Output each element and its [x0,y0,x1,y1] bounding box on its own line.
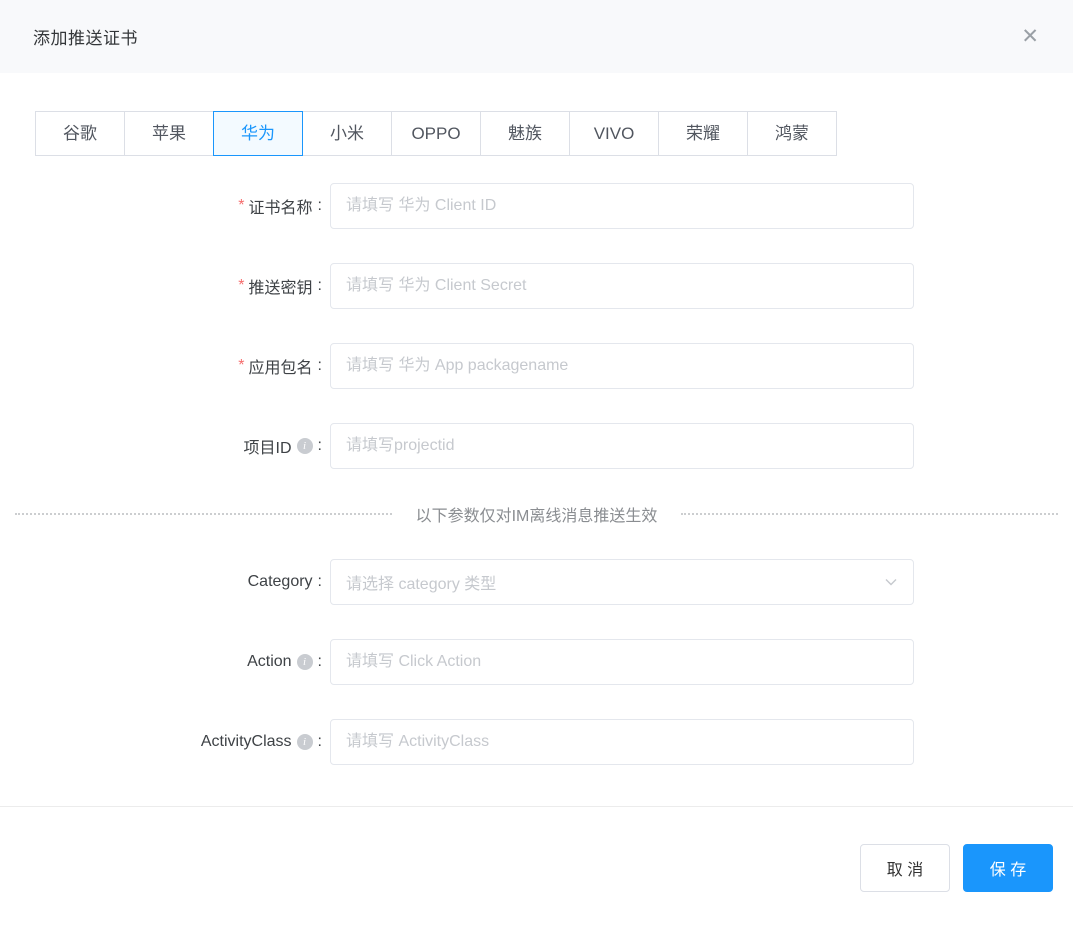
label-colon: : [318,733,322,751]
category-select[interactable]: 请选择 category 类型 [330,559,914,605]
save-button[interactable]: 保 存 [963,844,1053,892]
action-label: Action i : [35,653,322,671]
add-push-certificate-dialog: 添加推送证书 ✕ 谷歌 苹果 华为 小米 OPPO 魅族 VIVO 荣耀 鸿蒙 … [0,0,1073,938]
form-row-push-secret: * 推送密钥 : [0,263,1073,309]
form-row-project-id: 项目ID i : [0,423,1073,469]
label-colon: : [318,197,322,215]
push-secret-label: * 推送密钥 : [35,274,322,298]
activity-class-input[interactable] [330,719,914,765]
category-label: Category : [35,573,322,591]
form-row-app-package: * 应用包名 : [0,343,1073,389]
push-secret-input[interactable] [330,263,914,309]
field-label: 证书名称 [249,194,313,218]
tab-harmonyos[interactable]: 鸿蒙 [747,111,837,156]
tab-oppo[interactable]: OPPO [391,111,481,156]
field-label: 推送密钥 [249,274,313,298]
chevron-down-icon [883,574,899,590]
tab-meizu[interactable]: 魅族 [480,111,570,156]
certificate-form: * 证书名称 : * 推送密钥 : * 应用包名 : 项目ID [0,156,1073,799]
vendor-tab-bar: 谷歌 苹果 华为 小米 OPPO 魅族 VIVO 荣耀 鸿蒙 [35,111,1073,156]
label-colon: : [318,357,322,375]
label-colon: : [318,437,322,455]
tab-apple[interactable]: 苹果 [124,111,214,156]
field-label: Action [247,653,291,671]
cancel-button[interactable]: 取 消 [860,844,950,892]
close-icon[interactable]: ✕ [1017,22,1043,51]
tab-google[interactable]: 谷歌 [35,111,125,156]
app-package-label: * 应用包名 : [35,354,322,378]
cert-name-input[interactable] [330,183,914,229]
project-id-label: 项目ID i : [35,434,322,458]
dialog-title: 添加推送证书 [33,24,138,49]
cert-name-label: * 证书名称 : [35,194,322,218]
info-icon[interactable]: i [297,438,313,454]
label-colon: : [318,277,322,295]
divider-text: 以下参数仅对IM离线消息推送生效 [392,502,682,526]
field-label: 项目ID [244,434,292,458]
required-asterisk: * [238,357,244,375]
activity-class-label: ActivityClass i : [35,733,322,751]
offline-push-section-divider: 以下参数仅对IM离线消息推送生效 [15,503,1058,525]
form-row-category: Category : 请选择 category 类型 [0,559,1073,605]
field-label: Category [248,573,313,591]
form-row-action: Action i : [0,639,1073,685]
select-placeholder: 请选择 category 类型 [346,570,496,594]
dialog-header: 添加推送证书 ✕ [0,0,1073,73]
label-colon: : [318,653,322,671]
app-package-input[interactable] [330,343,914,389]
info-icon[interactable]: i [297,654,313,670]
tab-vivo[interactable]: VIVO [569,111,659,156]
form-row-activity-class: ActivityClass i : [0,719,1073,765]
dialog-footer: 取 消 保 存 [0,806,1073,892]
project-id-input[interactable] [330,423,914,469]
tab-huawei[interactable]: 华为 [213,111,303,156]
form-row-cert-name: * 证书名称 : [0,183,1073,229]
field-label: ActivityClass [201,733,292,751]
required-asterisk: * [238,277,244,295]
required-asterisk: * [238,197,244,215]
click-action-input[interactable] [330,639,914,685]
field-label: 应用包名 [249,354,313,378]
tab-xiaomi[interactable]: 小米 [302,111,392,156]
info-icon[interactable]: i [297,734,313,750]
tab-honor[interactable]: 荣耀 [658,111,748,156]
label-colon: : [318,573,322,591]
